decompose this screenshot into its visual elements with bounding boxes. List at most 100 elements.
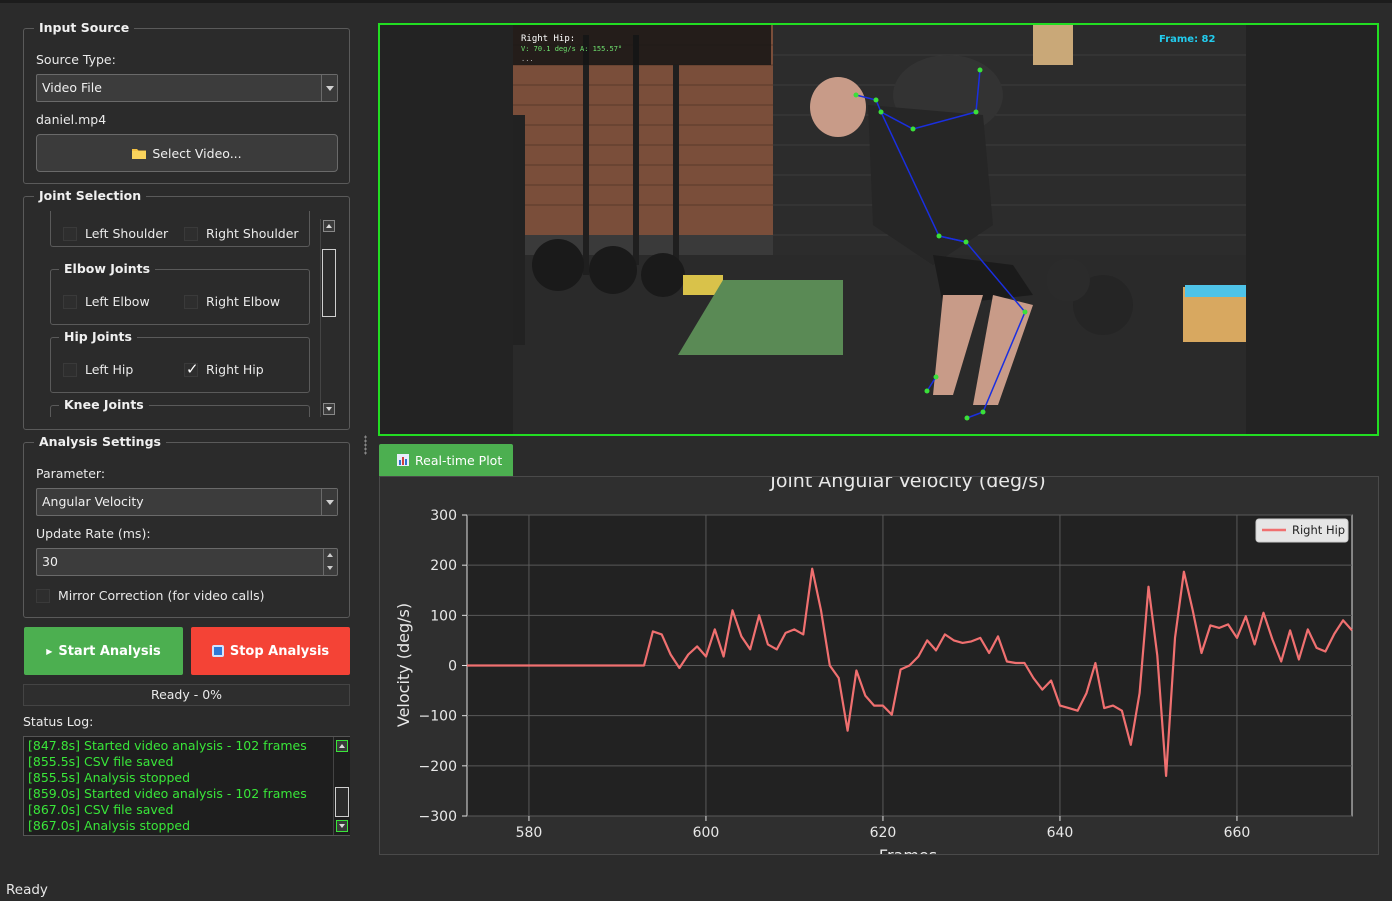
log-scroll-up-icon[interactable] — [336, 740, 348, 752]
status-log[interactable]: [847.8s] Started video analysis - 102 fr… — [23, 736, 350, 836]
start-analysis-button[interactable]: ▶ Start Analysis — [24, 627, 183, 675]
chevron-down-icon — [321, 489, 337, 515]
mirror-correction-box — [36, 588, 50, 603]
input-source-group: Input Source Source Type: Video File dan… — [23, 20, 350, 184]
folder-icon — [132, 149, 147, 159]
play-icon: ▶ — [46, 646, 53, 656]
chart-ylabel: Velocity (deg/s) — [394, 603, 413, 727]
x-tick-label: 620 — [870, 825, 897, 841]
select-video-button[interactable]: Select Video... — [36, 134, 338, 172]
status-bar-text: Ready — [6, 882, 48, 898]
video-overlay-values: V: 70.1 deg/s A: 155.57° — [521, 45, 622, 53]
joint-scroll-area: Left Shoulder Right Shoulder Elbow Joint… — [25, 211, 321, 417]
stop-analysis-button[interactable]: Stop Analysis — [191, 627, 350, 675]
x-tick-label: 600 — [693, 825, 720, 841]
y-tick-label: 200 — [430, 558, 457, 574]
legend-label-right-hip: Right Hip — [1292, 523, 1345, 537]
video-frame-image: Right Hip: V: 70.1 deg/s A: 155.57° ... … — [513, 25, 1246, 434]
stop-analysis-label: Stop Analysis — [229, 643, 330, 659]
source-type-label: Source Type: — [36, 52, 116, 67]
chart-title: Joint Angular Velocity (deg/s) — [769, 477, 1045, 492]
parameter-select[interactable]: Angular Velocity — [36, 488, 338, 516]
tab-realtime-plot-label: Real-time Plot — [415, 452, 503, 468]
mirror-correction-label: Mirror Correction (for video calls) — [58, 588, 265, 603]
log-scrollbar[interactable] — [333, 737, 350, 835]
select-video-label: Select Video... — [152, 145, 242, 161]
analysis-settings-group: Analysis Settings Parameter: Angular Vel… — [23, 434, 350, 618]
chevron-down-icon — [321, 75, 337, 101]
log-line: [859.0s] Started video analysis - 102 fr… — [28, 786, 307, 801]
left-elbow-label: Left Elbow — [85, 294, 150, 309]
left-elbow-box — [63, 294, 77, 309]
right-hip-box — [184, 360, 199, 378]
y-tick-label: −200 — [419, 759, 457, 775]
progress-bar: Ready - 0% — [23, 684, 350, 706]
joint-scrollbar[interactable] — [320, 219, 337, 417]
y-tick-label: −100 — [419, 709, 457, 725]
frame-counter: Frame: 82 — [1159, 34, 1216, 45]
log-line: [855.5s] Analysis stopped — [28, 770, 191, 785]
log-line: [867.0s] CSV file saved — [28, 802, 174, 817]
progress-text: Ready - 0% — [150, 687, 223, 702]
source-type-value: Video File — [42, 80, 102, 95]
update-rate-value: 30 — [42, 554, 58, 569]
video-overlay-more: ... — [521, 55, 534, 63]
chart-icon — [397, 454, 409, 466]
log-line: [867.0s] Analysis stopped — [28, 818, 191, 833]
scroll-down-icon[interactable] — [323, 403, 335, 415]
splitter-handle[interactable] — [364, 435, 367, 455]
left-hip-label: Left Hip — [85, 362, 134, 377]
log-scroll-thumb[interactable] — [335, 787, 349, 817]
left-elbow-checkbox[interactable]: Left Elbow — [63, 294, 150, 309]
log-line: [855.5s] CSV file saved — [28, 754, 174, 769]
chart-legend: Right Hip — [1255, 518, 1349, 543]
video-overlay-joint: Right Hip: — [521, 34, 575, 44]
source-type-select[interactable]: Video File — [36, 74, 338, 102]
video-display: Right Hip: V: 70.1 deg/s A: 155.57° ... … — [378, 23, 1379, 436]
right-shoulder-box — [184, 226, 198, 241]
x-tick-label: 580 — [516, 825, 543, 841]
scroll-up-icon[interactable] — [323, 220, 335, 232]
status-log-label: Status Log: — [23, 714, 94, 729]
left-shoulder-checkbox[interactable]: Left Shoulder — [63, 226, 168, 241]
right-shoulder-label: Right Shoulder — [206, 226, 299, 241]
right-shoulder-checkbox[interactable]: Right Shoulder — [184, 226, 299, 241]
left-shoulder-label: Left Shoulder — [85, 226, 169, 241]
parameter-value: Angular Velocity — [42, 494, 144, 509]
right-elbow-box — [184, 294, 198, 309]
left-shoulder-box — [63, 226, 77, 241]
knee-joints-title: Knee Joints — [59, 397, 149, 412]
velocity-chart[interactable]: Joint Angular Velocity (deg/s) 580 600 620… — [380, 470, 1378, 865]
left-hip-box — [63, 362, 77, 377]
tab-realtime-plot[interactable]: Real-time Plot — [379, 444, 513, 476]
left-hip-checkbox[interactable]: Left Hip — [63, 362, 133, 377]
hip-joints-title: Hip Joints — [59, 329, 137, 344]
y-tick-label: 300 — [430, 508, 457, 524]
plot-panel: Joint Angular Velocity (deg/s) 580 600 620… — [379, 470, 1379, 865]
analysis-settings-title: Analysis Settings — [34, 434, 166, 449]
window-top-edge — [0, 0, 1392, 3]
stop-icon — [211, 645, 224, 657]
x-tick-label: 660 — [1224, 825, 1251, 841]
knee-joints-group: Knee Joints — [50, 397, 310, 417]
spin-up-icon[interactable] — [323, 549, 337, 562]
file-name-label: daniel.mp4 — [36, 112, 107, 127]
right-elbow-label: Right Elbow — [206, 294, 281, 309]
spin-down-icon[interactable] — [323, 562, 337, 575]
right-elbow-checkbox[interactable]: Right Elbow — [184, 294, 280, 309]
joint-selection-title: Joint Selection — [34, 188, 147, 203]
mirror-correction-checkbox[interactable]: Mirror Correction (for video calls) — [36, 588, 264, 603]
log-line: [847.8s] Started video analysis - 102 fr… — [28, 738, 307, 753]
scroll-thumb[interactable] — [322, 249, 336, 317]
update-rate-label: Update Rate (ms): — [36, 526, 151, 541]
log-scroll-down-icon[interactable] — [336, 820, 348, 832]
elbow-joints-title: Elbow Joints — [59, 261, 156, 276]
y-tick-label: 0 — [448, 659, 457, 675]
right-hip-checkbox[interactable]: Right Hip — [184, 360, 264, 378]
update-rate-spinbox[interactable]: 30 — [36, 548, 338, 576]
start-analysis-label: Start Analysis — [58, 643, 161, 659]
right-hip-label: Right Hip — [206, 362, 264, 377]
y-tick-label: −300 — [419, 809, 457, 825]
y-tick-label: 100 — [430, 608, 457, 624]
joint-selection-group: Joint Selection Left Shoulder Right Shou… — [23, 188, 350, 430]
